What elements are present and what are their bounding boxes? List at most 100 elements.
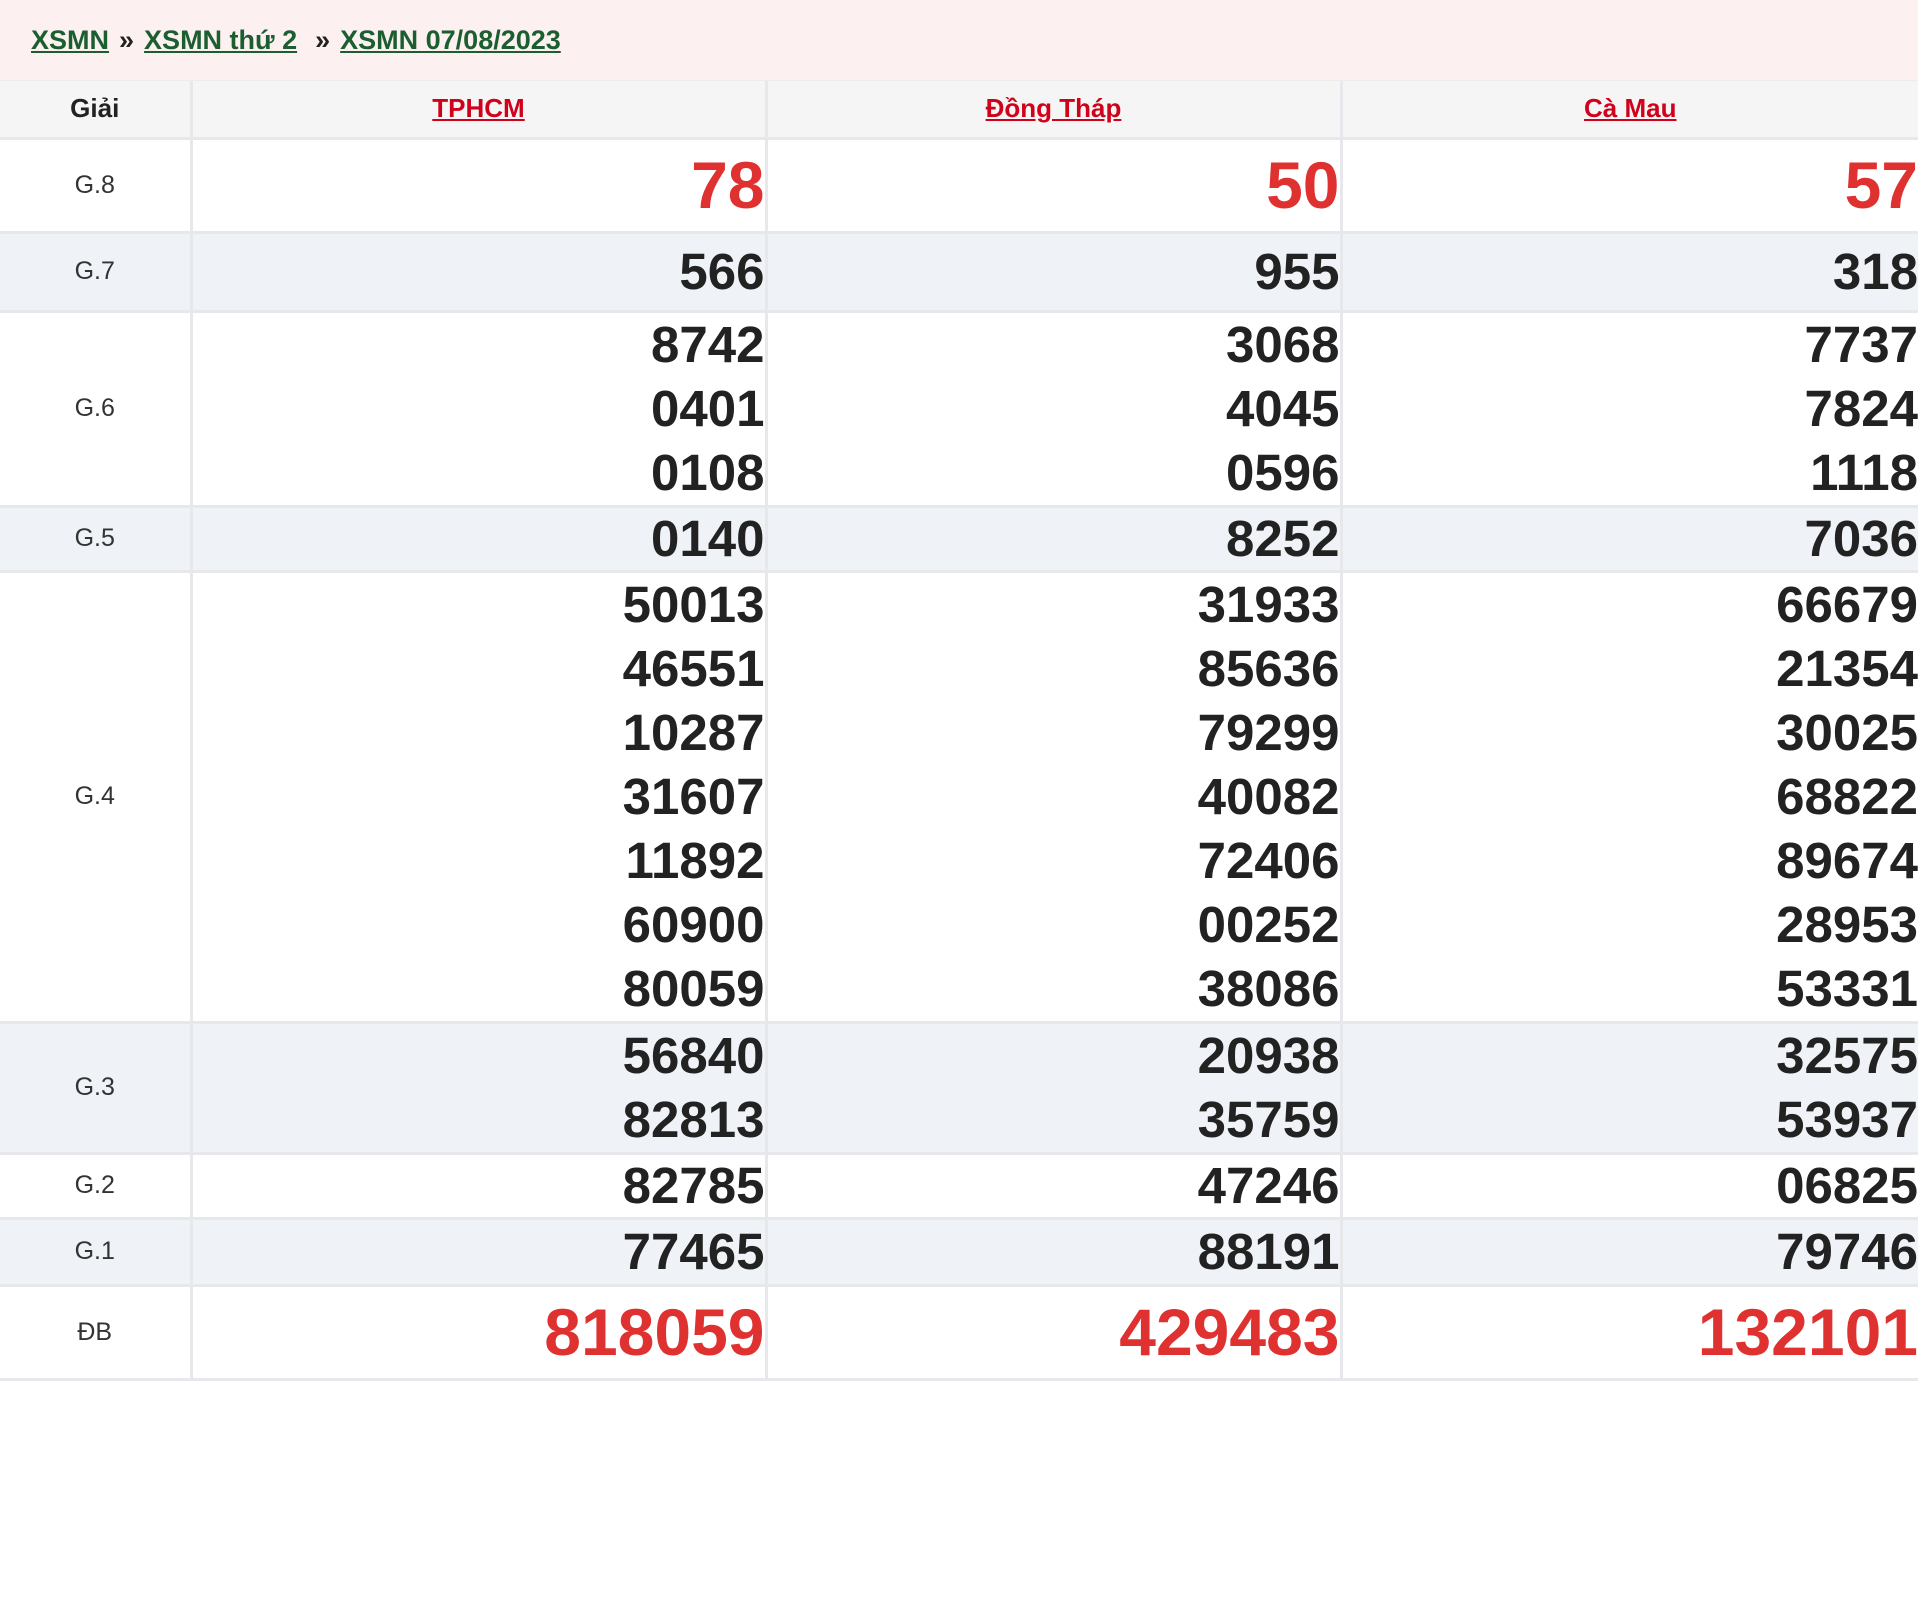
prize-number: 7824 (1804, 379, 1918, 437)
prize-cell: 31933 85636 79299 40082 72406 00252 38086 (766, 571, 1343, 1024)
prize-number: 68822 (1776, 767, 1918, 825)
breadcrumb: XSMN » XSMN thứ 2 » XSMN 07/08/2023 (0, 0, 1918, 81)
prize-label: ĐB (0, 1285, 193, 1381)
prize-number: 38086 (1197, 959, 1340, 1017)
prize-label: G.5 (0, 506, 193, 573)
province-header: TPHCM (191, 81, 768, 140)
prize-number: 32575 (1776, 1026, 1918, 1084)
table-row: G.5 0140 8252 7036 (0, 506, 1918, 573)
prize-number: 82785 (622, 1156, 765, 1214)
province-link-ca-mau[interactable]: Cà Mau (1584, 93, 1676, 123)
prize-number: 88191 (1197, 1222, 1340, 1280)
prize-cell: 88191 (766, 1218, 1343, 1287)
prize-number: 11892 (625, 831, 765, 889)
province-header: Cà Mau (1341, 81, 1918, 140)
prize-cell: 78 (191, 138, 768, 234)
table-row: G.2 82785 47246 06825 (0, 1153, 1918, 1220)
prize-number: 79746 (1776, 1222, 1918, 1280)
table-row: G.1 77465 88191 79746 (0, 1218, 1918, 1287)
prize-cell: 7036 (1341, 506, 1918, 573)
prize-number: 50 (1266, 147, 1340, 222)
prize-cell: 06825 (1341, 1153, 1918, 1220)
prize-cell: 50013 46551 10287 31607 11892 60900 80059 (191, 571, 768, 1024)
prize-number: 60900 (622, 895, 765, 953)
prize-number: 566 (679, 242, 765, 300)
prize-cell: 32575 53937 (1341, 1022, 1918, 1155)
prize-number: 79299 (1197, 703, 1340, 761)
prize-number: 72406 (1197, 831, 1340, 889)
prize-cell: 56840 82813 (191, 1022, 768, 1155)
prize-label: G.1 (0, 1218, 193, 1287)
breadcrumb-separator: » (315, 24, 331, 55)
prize-cell: 0140 (191, 506, 768, 573)
prize-cell: 818059 (191, 1285, 768, 1381)
prize-number: 89674 (1776, 831, 1918, 889)
prize-cell: 955 (766, 232, 1343, 313)
prize-number: 35759 (1197, 1090, 1340, 1148)
prize-cell: 66679 21354 30025 68822 89674 28953 53331 (1341, 571, 1918, 1024)
prize-cell: 566 (191, 232, 768, 313)
prize-cell: 82785 (191, 1153, 768, 1220)
prize-number: 10287 (622, 703, 765, 761)
prize-number: 318 (1832, 242, 1918, 300)
prize-number: 0401 (651, 379, 765, 437)
prize-number: 56840 (622, 1026, 765, 1084)
prize-number: 66679 (1776, 575, 1918, 633)
prize-cell: 8252 (766, 506, 1343, 573)
prize-number: 31933 (1197, 575, 1340, 633)
prize-number: 00252 (1197, 895, 1340, 953)
prize-number: 0140 (651, 509, 765, 567)
prize-number: 06825 (1776, 1156, 1918, 1214)
prize-cell: 318 (1341, 232, 1918, 313)
prize-column-header: Giải (0, 81, 193, 140)
prize-number: 40082 (1197, 767, 1340, 825)
breadcrumb-link-xsmn[interactable]: XSMN (31, 25, 109, 56)
prize-number: 53937 (1776, 1090, 1918, 1148)
prize-number: 132101 (1697, 1294, 1918, 1369)
prize-number: 8252 (1226, 509, 1340, 567)
prize-cell: 79746 (1341, 1218, 1918, 1287)
prize-number: 53331 (1776, 959, 1918, 1017)
prize-number: 1118 (1810, 443, 1918, 501)
table-row: G.4 50013 46551 10287 31607 11892 60900 80059 31… (0, 571, 1918, 1024)
prize-number: 31607 (622, 767, 765, 825)
prize-number: 78 (691, 147, 765, 222)
prize-number: 818059 (544, 1294, 765, 1369)
prize-label: G.2 (0, 1153, 193, 1220)
prize-label: G.8 (0, 138, 193, 234)
prize-number: 0596 (1226, 443, 1340, 501)
prize-label: G.4 (0, 571, 193, 1024)
prize-number: 7036 (1804, 509, 1918, 567)
prize-number: 82813 (622, 1090, 765, 1148)
prize-number: 4045 (1226, 379, 1340, 437)
province-link-dong-thap[interactable]: Đồng Tháp (986, 93, 1122, 123)
prize-number: 0108 (651, 443, 765, 501)
prize-number: 50013 (622, 575, 765, 633)
prize-number: 8742 (651, 315, 765, 373)
breadcrumb-link-xsmn-thu-2[interactable]: XSMN thứ 2 (144, 25, 297, 56)
breadcrumb-link-xsmn-date[interactable]: XSMN 07/08/2023 (340, 25, 561, 56)
prize-number: 7737 (1804, 315, 1918, 373)
prize-number: 3068 (1226, 315, 1340, 373)
prize-cell: 132101 (1341, 1285, 1918, 1381)
prize-number: 429483 (1119, 1294, 1340, 1369)
prize-cell: 8742 0401 0108 (191, 311, 768, 508)
prize-cell: 429483 (766, 1285, 1343, 1381)
province-link-tphcm[interactable]: TPHCM (432, 93, 524, 123)
prize-number: 47246 (1197, 1156, 1340, 1214)
breadcrumb-separator: » (119, 24, 135, 55)
table-row: G.6 8742 0401 0108 3068 4045 0596 7737 7824 1118 (0, 311, 1918, 508)
prize-number: 85636 (1197, 639, 1340, 697)
prize-number: 30025 (1776, 703, 1918, 761)
prize-cell: 77465 (191, 1218, 768, 1287)
prize-number: 955 (1254, 242, 1340, 300)
prize-number: 80059 (622, 959, 765, 1017)
prize-cell: 57 (1341, 138, 1918, 234)
province-header: Đồng Tháp (766, 81, 1343, 140)
results-table: Giải TPHCM Đồng Tháp Cà Mau G.8 78 50 57 G.7… (0, 81, 1918, 1381)
prize-number: 28953 (1776, 895, 1918, 953)
prize-label: G.7 (0, 232, 193, 313)
prize-cell: 47246 (766, 1153, 1343, 1220)
prize-cell: 20938 35759 (766, 1022, 1343, 1155)
table-row: G.3 56840 82813 20938 35759 32575 53937 (0, 1022, 1918, 1155)
